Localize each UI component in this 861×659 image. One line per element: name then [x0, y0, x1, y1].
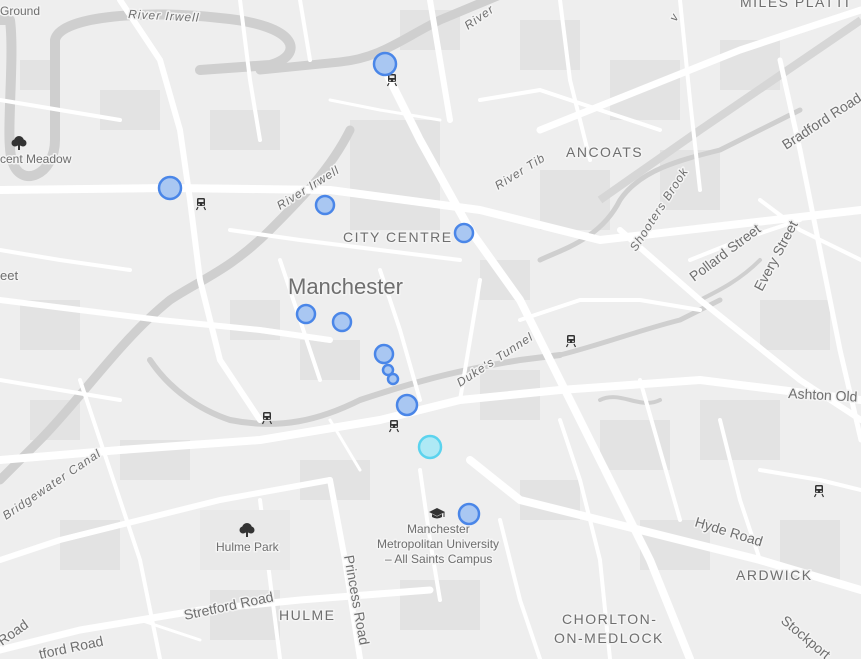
map-marker-selected[interactable] [417, 434, 443, 460]
markers-layer [157, 51, 481, 526]
map-marker[interactable] [331, 311, 353, 333]
map-marker[interactable] [314, 194, 336, 216]
map-marker[interactable] [386, 372, 400, 386]
map-marker[interactable] [395, 393, 419, 417]
map-marker[interactable] [457, 502, 481, 526]
map-marker[interactable] [372, 51, 398, 77]
map-marker[interactable] [157, 175, 183, 201]
map-marker[interactable] [453, 222, 475, 244]
map-canvas[interactable]: Manchester CITY CENTRE ANCOATS ARDWICK H… [0, 0, 861, 659]
map-marker[interactable] [373, 343, 395, 365]
map-marker[interactable] [295, 303, 317, 325]
